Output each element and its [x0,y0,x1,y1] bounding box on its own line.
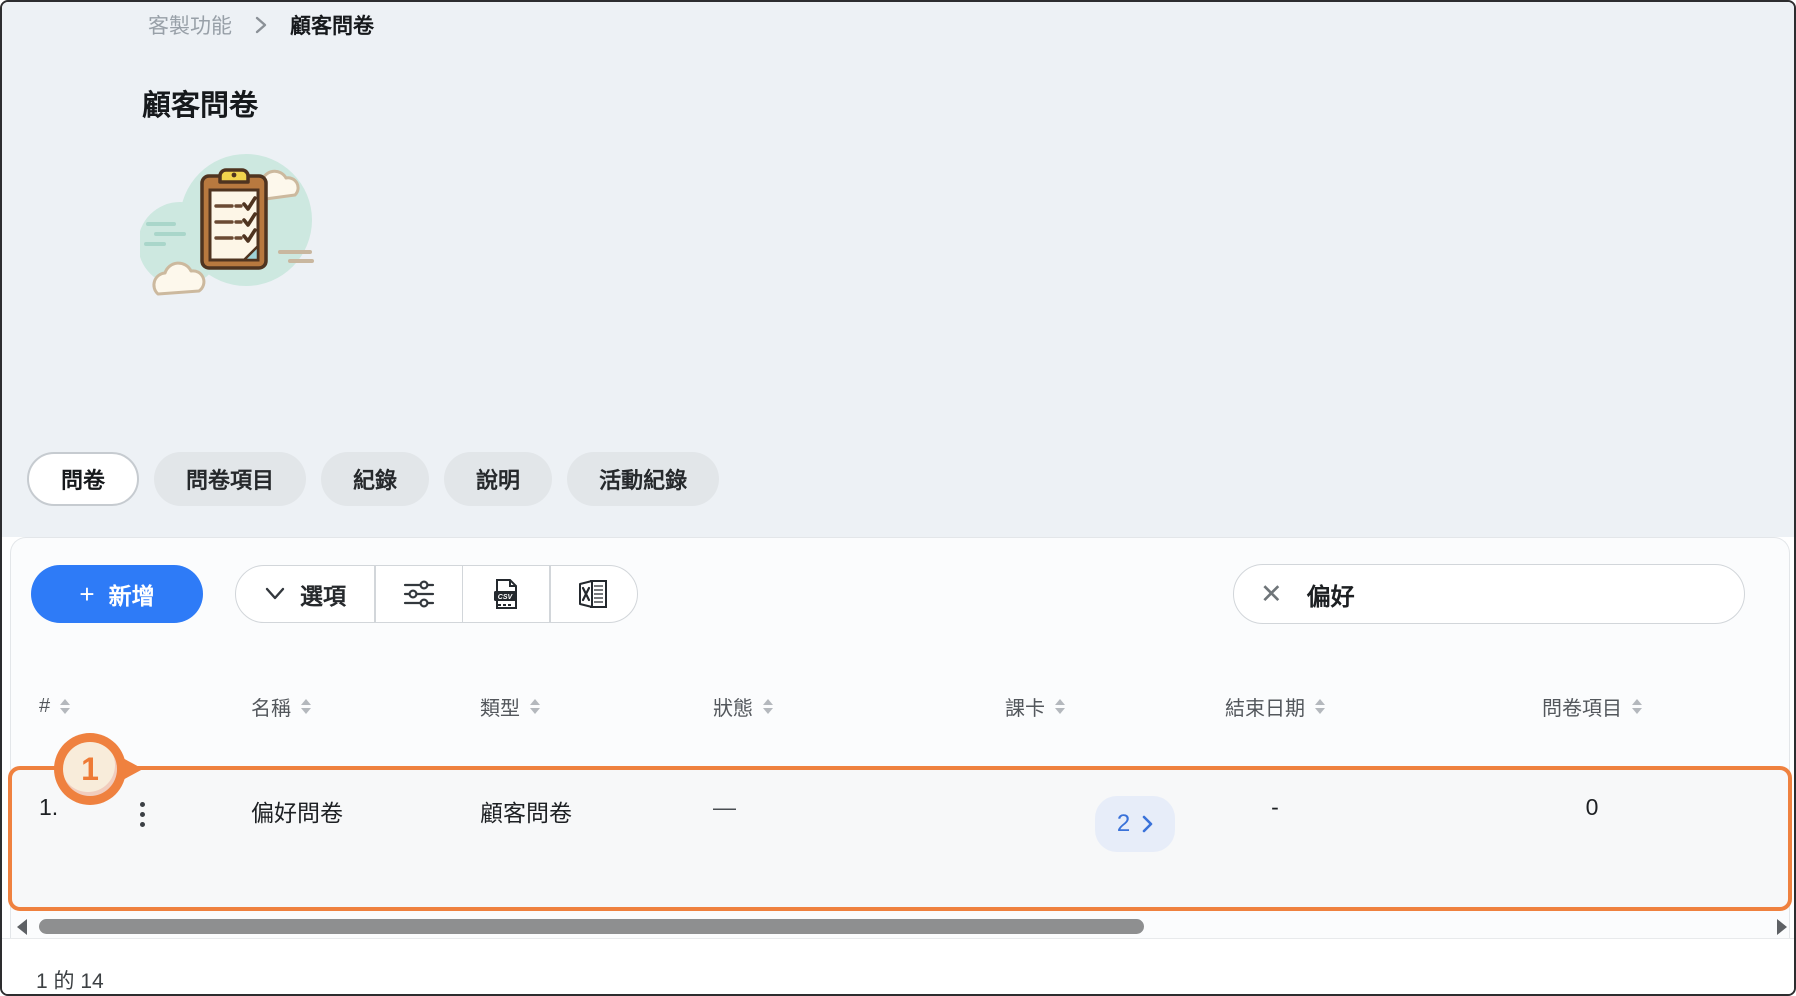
csv-file-icon: CSV [490,577,522,611]
filter-sliders-icon [401,578,437,610]
tab-survey-items[interactable]: 問卷項目 [154,452,306,506]
row-type-cell: 顧客問卷 [452,768,685,910]
column-header-survey-items[interactable]: 問卷項目 [1395,692,1789,721]
course-card-count: 2 [1117,810,1130,838]
row-index-cell: 1. [11,768,223,910]
sort-icon[interactable] [301,699,311,714]
breadcrumb-current: 顧客問卷 [290,10,374,40]
column-header-status[interactable]: 狀態 [685,692,915,721]
sort-icon[interactable] [1315,699,1325,714]
column-header-type[interactable]: 類型 [452,692,685,721]
sort-icon[interactable] [60,699,70,714]
breadcrumb-parent[interactable]: 客製功能 [148,10,232,40]
chevron-right-icon [1142,815,1153,833]
row-end-date-cell: - [1155,768,1395,910]
page-title: 顧客問卷 [142,82,258,124]
chevron-down-icon [264,586,286,602]
scrollbar-thumb[interactable] [39,919,1144,934]
sort-icon[interactable] [1632,699,1642,714]
export-excel-button[interactable] [551,566,637,622]
app-window: 客製功能 顧客問卷 顧客問卷 [0,0,1796,996]
column-header-index[interactable]: # [11,695,223,718]
tab-surveys[interactable]: 問卷 [27,452,139,506]
search-input[interactable]: 偏好 [1307,577,1355,612]
row-course-card-cell: 2 [915,768,1155,910]
options-dropdown-button[interactable]: 選項 [236,566,374,622]
sort-icon[interactable] [1055,699,1065,714]
svg-text:CSV: CSV [498,594,514,601]
add-button[interactable]: + 新增 [31,565,203,623]
column-header-end-date[interactable]: 結束日期 [1155,692,1395,721]
horizontal-scrollbar[interactable] [13,918,1787,935]
tab-instructions[interactable]: 說明 [444,452,552,506]
row-survey-items-cell: 0 [1395,768,1789,910]
plus-icon: + [79,579,94,610]
row-menu-icon[interactable] [136,798,149,831]
filter-settings-button[interactable] [376,566,462,622]
tab-records[interactable]: 紀錄 [321,452,429,506]
tab-activity-log[interactable]: 活動紀錄 [567,452,719,506]
row-status-cell: — [685,768,915,910]
breadcrumb: 客製功能 顧客問卷 [148,10,374,40]
options-label: 選項 [300,577,346,611]
toolbar: + 新增 選項 [31,564,1745,624]
table-row[interactable]: 1. 偏好問卷 顧客問卷 — 2 - 0 [11,768,1789,910]
page-header-section: 客製功能 顧客問卷 顧客問卷 [2,2,1794,537]
footer-bar: 1 的 14 [2,938,1794,994]
table-panel: + 新增 選項 [10,537,1790,938]
course-card-badge[interactable]: 2 [1095,796,1175,852]
sort-icon[interactable] [530,699,540,714]
options-button-group: 選項 [235,565,638,623]
survey-clipboard-illustration [140,148,316,300]
export-csv-button[interactable]: CSV [463,566,549,622]
table-header-row: # 名稱 類型 狀態 課卡 結束日期 [11,690,1789,722]
row-name-cell[interactable]: 偏好問卷 [223,768,452,910]
clear-search-icon[interactable]: ✕ [1260,581,1283,608]
search-box[interactable]: ✕ 偏好 [1233,564,1745,624]
column-header-course-card[interactable]: 課卡 [915,692,1155,721]
breadcrumb-chevron-icon [254,15,268,35]
column-header-name[interactable]: 名稱 [223,692,452,721]
tab-bar: 問卷 問卷項目 紀錄 說明 活動紀錄 [27,452,719,506]
sort-icon[interactable] [763,699,773,714]
scroll-left-icon[interactable] [17,919,27,935]
row-index: 1. [39,794,58,821]
excel-file-icon [576,577,612,611]
scroll-right-icon[interactable] [1777,919,1787,935]
record-count: 1 的 14 [36,965,104,995]
add-button-label: 新增 [109,577,155,611]
